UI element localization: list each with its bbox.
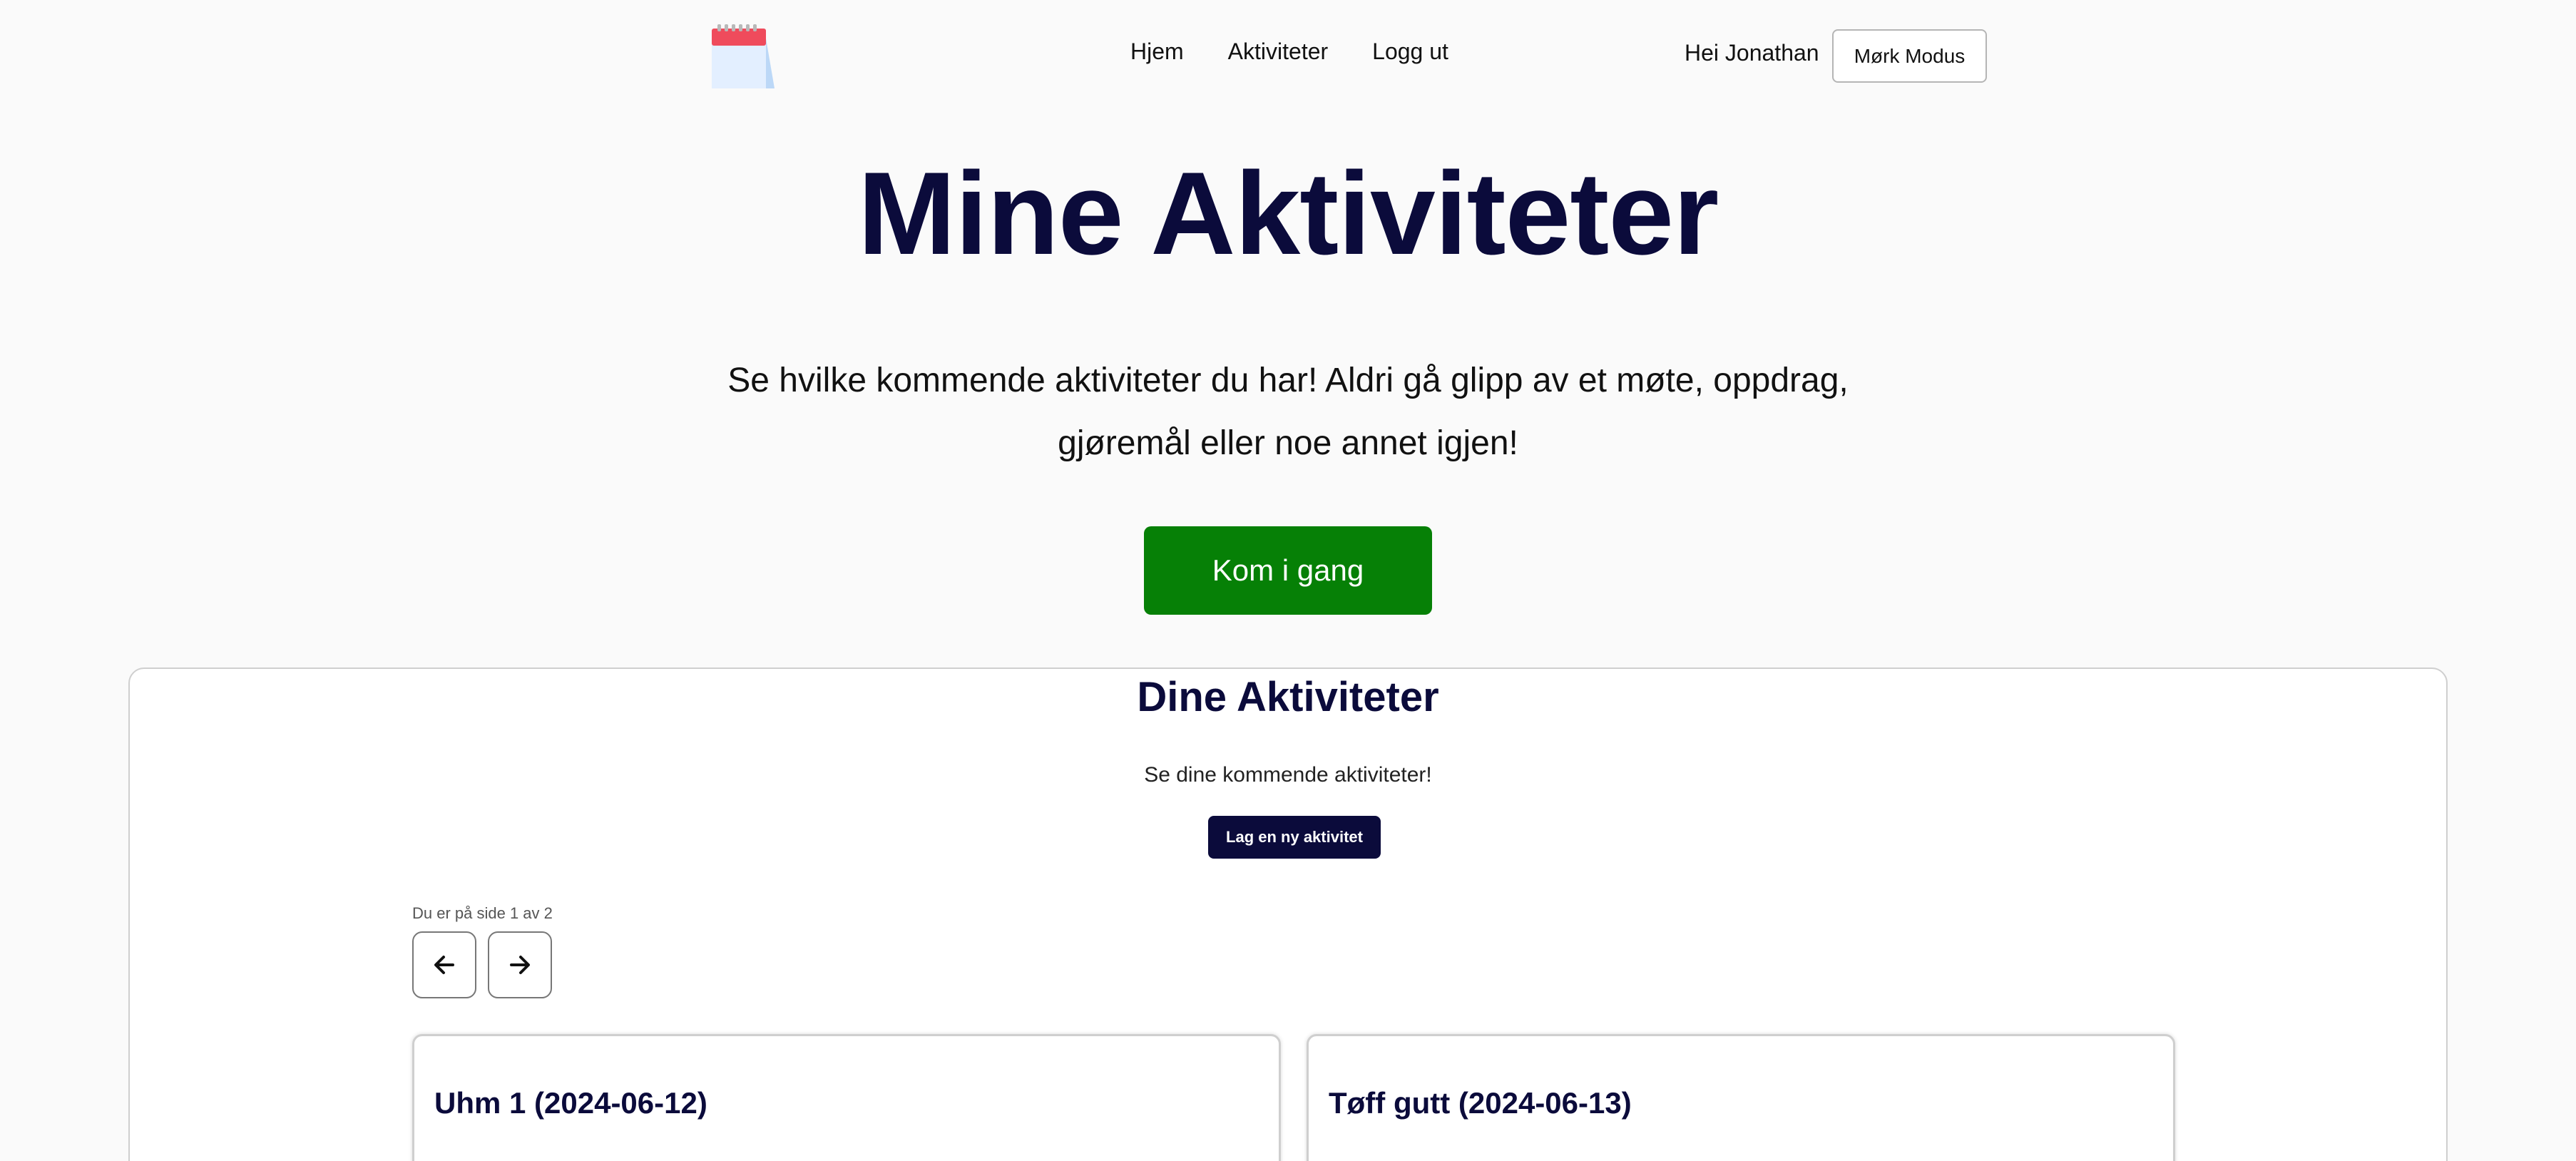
page-title: Mine Aktiviteter <box>857 148 1719 279</box>
top-header: Hjem Aktiviteter Logg ut Hei Jonathan Mø… <box>0 0 2576 111</box>
activity-card-title: Tøff gutt (2024-06-13) <box>1329 1086 1632 1120</box>
activity-card[interactable]: Tøff gutt (2024-06-13) <box>1307 1034 2175 1161</box>
next-page-button[interactable] <box>488 931 552 998</box>
activity-card-title: Uhm 1 (2024-06-12) <box>434 1086 707 1120</box>
hero-description-line-1: Se hvilke kommende aktiviteter du har! A… <box>727 362 1849 399</box>
get-started-button[interactable]: Kom i gang <box>1144 526 1432 615</box>
hero-description-line-2: gjøremål eller noe annet igjen! <box>1058 424 1518 462</box>
arrow-left-icon <box>434 956 454 974</box>
dark-mode-button[interactable]: Mørk Modus <box>1832 29 1987 83</box>
previous-page-button[interactable] <box>412 931 476 998</box>
pagination-info: Du er på side 1 av 2 <box>412 904 553 922</box>
main-nav: Hjem Aktiviteter Logg ut <box>1130 39 1448 65</box>
activity-card[interactable]: Uhm 1 (2024-06-12) <box>412 1034 1281 1161</box>
nav-link-logg-ut[interactable]: Logg ut <box>1372 39 1448 65</box>
user-greeting: Hei Jonathan <box>1685 40 1819 66</box>
activities-panel: Dine Aktiviteter Se dine kommende aktivi… <box>128 668 2448 1161</box>
hero-description: Se hvilke kommende aktiviteter du har! A… <box>699 349 1877 475</box>
calendar-logo-icon[interactable] <box>709 23 775 90</box>
nav-link-hjem[interactable]: Hjem <box>1130 39 1184 65</box>
activities-title: Dine Aktiviteter <box>1137 674 1439 720</box>
activities-subtitle: Se dine kommende aktiviteter! <box>1144 763 1432 787</box>
page: Hjem Aktiviteter Logg ut Hei Jonathan Mø… <box>0 0 2576 1161</box>
new-activity-button[interactable]: Lag en ny aktivitet <box>1208 816 1381 859</box>
arrow-right-icon <box>510 956 530 974</box>
nav-link-aktiviteter[interactable]: Aktiviteter <box>1228 39 1328 65</box>
